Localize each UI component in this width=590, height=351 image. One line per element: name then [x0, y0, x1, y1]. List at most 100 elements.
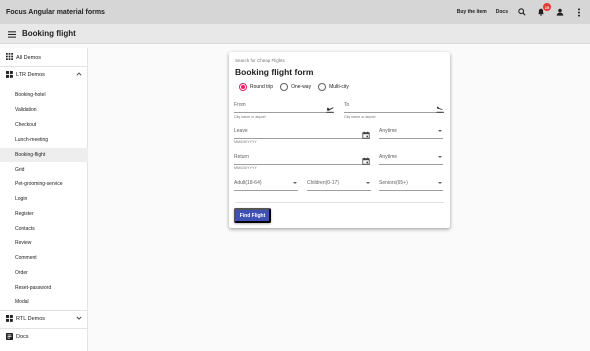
sidebar-item-pet-grooming-service[interactable]: Pet-grooming-service — [0, 177, 88, 191]
sidebar-item-label: Validation — [15, 107, 37, 113]
leave-hint: MM/DD/YYYY — [234, 140, 257, 144]
sidebar-item-label: Grid — [15, 167, 25, 173]
to-label: To — [344, 102, 350, 108]
divider — [0, 66, 88, 67]
sidebar-item-checkout[interactable]: Checkout — [0, 118, 88, 132]
sidebar-item-label: Docs — [16, 334, 29, 340]
flight-land-icon — [436, 100, 444, 113]
sidebar-item-contacts[interactable]: Contacts — [0, 222, 88, 236]
sidebar-item-label: Booking-flight — [15, 152, 46, 158]
account-icon[interactable] — [555, 7, 565, 17]
sidebar-item-label: Modal — [15, 299, 29, 305]
sidebar-item-booking-flight[interactable]: Booking-flight — [0, 148, 88, 162]
sidebar-group-label: LTR Demos — [16, 72, 45, 78]
from-field[interactable]: From — [234, 99, 334, 113]
radio-unchecked-icon — [280, 83, 289, 91]
page-header: Booking flight — [0, 24, 590, 44]
sidebar-group-label: RTL Demos — [16, 316, 46, 322]
return-hint: MM/DD/YYYY — [234, 166, 257, 170]
dropdown-arrow-icon — [438, 182, 442, 184]
docs-icon — [6, 332, 13, 342]
page-title: Booking flight — [22, 29, 76, 38]
dropdown-arrow-icon — [366, 182, 370, 184]
toolbar-actions: Buy the item Docs 15 — [457, 3, 584, 17]
booking-form-card: Search for Cheap Flights Booking flight … — [229, 52, 450, 228]
card-title: Booking flight form — [235, 67, 314, 77]
sidebar-item-order[interactable]: Order — [0, 266, 88, 280]
return-label: Return — [234, 154, 250, 160]
radio-multi-city[interactable]: Multi-city — [318, 83, 349, 91]
chevron-up-icon — [76, 72, 82, 78]
chevron-down-icon — [76, 316, 82, 322]
dropdown-arrow-icon — [438, 156, 442, 158]
sidebar-item-reset-password[interactable]: Reset-password — [0, 281, 88, 295]
search-icon[interactable] — [517, 7, 527, 17]
sidebar-item-modal[interactable]: Modal — [0, 295, 88, 309]
return-time-value: Anytime — [379, 154, 398, 160]
buy-item-link[interactable]: Buy the item — [457, 9, 487, 15]
return-date-field[interactable]: Return — [234, 151, 370, 165]
sidebar-item-validation[interactable]: Validation — [0, 103, 88, 117]
docs-link[interactable]: Docs — [496, 9, 508, 15]
sidebar-item-label: Comment — [15, 255, 37, 261]
radio-one-way[interactable]: One-way — [280, 83, 311, 91]
flight-takeoff-icon — [326, 100, 334, 113]
sidebar-item-label: Contacts — [15, 226, 35, 232]
seniors-select[interactable]: Seniors(65+) — [379, 177, 443, 191]
sidebar-item-comment[interactable]: Comment — [0, 251, 88, 265]
leave-label: Leave — [234, 128, 248, 134]
leave-date-field[interactable]: Leave — [234, 125, 370, 139]
menu-icon[interactable] — [8, 25, 16, 43]
sidebar-item-label: Login — [15, 196, 28, 202]
sidebar-item-label: All Demos — [16, 54, 42, 61]
top-toolbar: Focus Angular material forms Buy the ite… — [0, 0, 590, 24]
sidebar-item-label: Register — [15, 211, 34, 217]
radio-round-trip[interactable]: Round trip — [239, 83, 273, 91]
sidebar-item-all-demos[interactable]: All Demos — [0, 51, 88, 64]
adult-select[interactable]: Adult(18-64) — [234, 177, 298, 191]
sidebar-item-grid[interactable]: Grid — [0, 163, 88, 177]
widgets-icon — [6, 314, 13, 324]
sidebar-group-ltr-demos[interactable]: LTR Demos — [0, 68, 88, 82]
divider — [235, 202, 444, 203]
sidebar-item-label: Review — [15, 240, 32, 246]
widgets-icon — [6, 70, 13, 80]
notification-badge: 15 — [543, 3, 551, 11]
app-title: Focus Angular material forms — [6, 8, 105, 16]
sidebar-item-lunch-meeting[interactable]: Lunch-meeting — [0, 133, 88, 147]
radio-checked-icon — [239, 83, 247, 91]
radio-unchecked-icon — [318, 83, 327, 91]
children-value: Children(0-17) — [307, 180, 339, 186]
sidebar-item-booking-hotel[interactable]: Booking-hotel — [0, 88, 88, 102]
apps-grid-icon — [6, 53, 13, 62]
find-flight-button[interactable]: Find Flight — [234, 208, 271, 223]
seniors-value: Seniors(65+) — [379, 180, 408, 186]
sidebar-item-login[interactable]: Login — [0, 192, 88, 206]
leave-time-select[interactable]: Anytime — [379, 125, 443, 139]
calendar-icon[interactable] — [362, 126, 370, 139]
sidebar: All Demos LTR Demos Booking-hotel Valida… — [0, 48, 88, 351]
sidebar-item-label: Booking-hotel — [15, 92, 46, 98]
to-hint: City name or airport — [344, 115, 376, 119]
sidebar-item-docs[interactable]: Docs — [0, 330, 88, 344]
radio-label: One-way — [291, 84, 312, 90]
trip-type-radio-group: Round trip One-way Multi-city — [239, 83, 349, 91]
sidebar-group-rtl-demos[interactable]: RTL Demos — [0, 312, 88, 326]
dropdown-arrow-icon — [438, 130, 442, 132]
calendar-icon[interactable] — [362, 152, 370, 165]
to-field[interactable]: To — [344, 99, 444, 113]
divider — [0, 310, 88, 311]
dropdown-arrow-icon — [293, 182, 297, 184]
more-vert-icon[interactable] — [574, 7, 584, 17]
children-select[interactable]: Children(0-17) — [307, 177, 371, 191]
divider — [0, 328, 88, 329]
notifications-icon[interactable]: 15 — [536, 3, 551, 17]
return-time-select[interactable]: Anytime — [379, 151, 443, 165]
sidebar-item-register[interactable]: Register — [0, 207, 88, 221]
from-label: From — [234, 102, 246, 108]
radio-label: Round trip — [250, 84, 274, 90]
from-hint: City name or airport — [234, 115, 266, 119]
card-subtitle: Search for Cheap Flights — [235, 58, 285, 63]
sidebar-item-label: Order — [15, 270, 28, 276]
sidebar-item-review[interactable]: Review — [0, 236, 88, 250]
